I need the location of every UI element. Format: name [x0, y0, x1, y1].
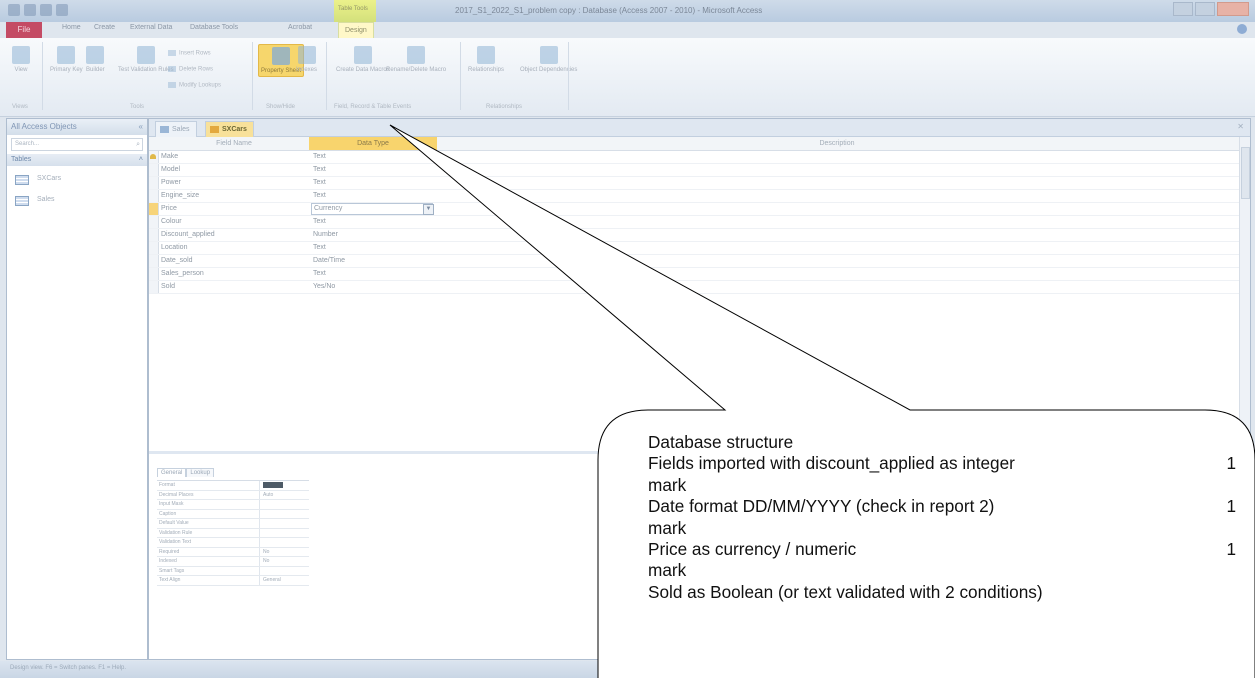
callout-line: mark — [648, 560, 1248, 581]
callout-line-text: Fields imported with discount_applied as… — [648, 453, 1015, 474]
callout-line: Price as currency / numeric 1 — [648, 539, 1248, 560]
callout-line-text: Price as currency / numeric — [648, 538, 857, 559]
callout-line: mark — [648, 518, 1248, 539]
callout-line-text: mark — [648, 474, 687, 495]
callout-line-text: mark — [648, 560, 687, 581]
callout-line: Sold as Boolean (or text validated with … — [648, 582, 1248, 603]
callout-line-text: mark — [648, 517, 687, 538]
callout-line-text: Database structure — [648, 432, 794, 452]
callout-line-text: Date format DD/MM/YYYY (check in report … — [648, 496, 995, 517]
callout-line: mark — [648, 475, 1248, 496]
callout-line: Database structure — [648, 432, 1248, 453]
callout-mark: 1 — [1226, 496, 1236, 517]
callout-line: Date format DD/MM/YYYY (check in report … — [648, 496, 1248, 517]
callout-text: Database structure Fields imported with … — [648, 432, 1248, 603]
callout-line: Fields imported with discount_applied as… — [648, 453, 1248, 474]
callout-mark: 1 — [1226, 453, 1236, 474]
callout-line-text: Sold as Boolean (or text validated with … — [648, 581, 1043, 602]
callout-mark: 1 — [1226, 538, 1236, 559]
